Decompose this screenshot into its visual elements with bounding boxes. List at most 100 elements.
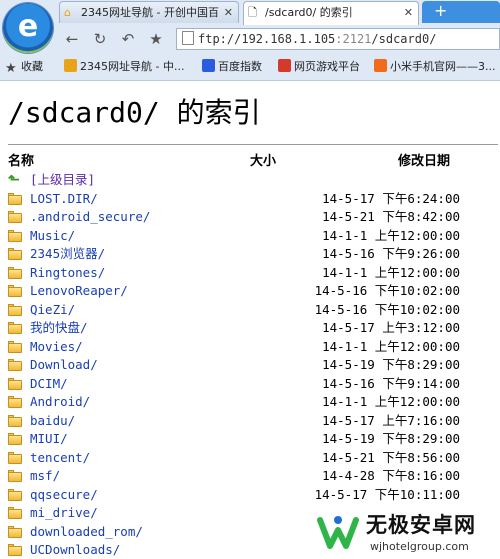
column-header-modified[interactable]: 修改日期 xyxy=(398,153,450,171)
address-bar[interactable]: ftp://192.168.1.105:2121/sdcard0/ xyxy=(176,28,500,50)
folder-link[interactable]: Music/ xyxy=(30,227,75,246)
page-content: /sdcard0/ 的索引 名称 大小 修改日期 ⬑ [上级目录] LOST.D… xyxy=(0,81,500,559)
file-row: tencent/14-5-21 下午8:56:00 xyxy=(0,449,500,468)
browser-chrome: e ⌂ 2345网址导航 - 开创中国百 ✕ 🗋 /sdcard0/ 的索引 ✕ +… xyxy=(0,0,500,81)
navigation-toolbar: ← ↻ ↶ ★ ftp://192.168.1.105:2121/sdcard0… xyxy=(56,26,500,54)
new-tab-button[interactable]: + xyxy=(422,1,500,23)
folder-icon xyxy=(8,266,22,279)
folder-link[interactable]: LOST.DIR/ xyxy=(30,190,98,209)
folder-link[interactable]: qqsecure/ xyxy=(30,486,98,505)
file-row: LenovoReaper/14-5-16 下午10:02:00 xyxy=(0,282,500,301)
folder-icon xyxy=(8,544,22,556)
bookmark-label: 小米手机官网——3... xyxy=(390,60,496,73)
folder-link[interactable]: Android/ xyxy=(30,393,90,412)
modified-date: 14-5-17 下午6:24:00 xyxy=(322,190,460,206)
bookmark-2345[interactable]: 2345网址导航 - 中... xyxy=(64,56,184,78)
modified-date: 14-5-17 下午10:11:00 xyxy=(314,486,460,502)
site-icon xyxy=(64,59,77,72)
folder-link[interactable]: LenovoReaper/ xyxy=(30,282,128,301)
page-title: /sdcard0/ 的索引 xyxy=(8,96,261,129)
tab-title: 2345网址导航 - 开创中国百 xyxy=(81,6,219,19)
file-row: .android_secure/14-5-21 下午8:42:00 xyxy=(0,208,500,227)
file-row: Download/14-5-19 下午8:29:00 xyxy=(0,356,500,375)
baidu-icon xyxy=(202,59,215,72)
file-row: 我的快盘/14-5-17 上午3:12:00 xyxy=(0,319,500,338)
bookmark-baidu-index[interactable]: 百度指数 xyxy=(202,56,262,78)
bookmark-label: 百度指数 xyxy=(218,60,262,73)
folder-link[interactable]: Movies/ xyxy=(30,338,83,357)
modified-date: 14-5-16 下午10:02:00 xyxy=(314,301,460,317)
folder-link[interactable]: baidu/ xyxy=(30,412,75,431)
file-row: 2345浏览器/14-5-16 下午9:26:00 xyxy=(0,245,500,264)
modified-date: 14-5-19 下午8:29:00 xyxy=(322,357,460,372)
folder-link[interactable]: 我的快盘/ xyxy=(30,319,88,338)
undo-icon[interactable]: ↶ xyxy=(118,29,138,49)
modified-date: 14-5-17 上午3:12:00 xyxy=(322,320,460,335)
back-arrow-icon[interactable]: ← xyxy=(62,29,82,49)
modified-date: 14-5-21 下午8:42:00 xyxy=(322,209,460,224)
bookmark-label: 网页游戏平台 xyxy=(294,60,360,73)
favorite-star-icon[interactable]: ★ xyxy=(146,29,166,49)
file-row: Music/14-1-1 上午12:00:00 xyxy=(0,227,500,246)
folder-link[interactable]: QieZi/ xyxy=(30,301,75,320)
file-row: msf/14-4-28 下午8:16:00 xyxy=(0,467,500,486)
folder-link[interactable]: tencent/ xyxy=(30,449,90,468)
folder-icon xyxy=(8,192,22,205)
watermark-logo-icon xyxy=(317,516,359,549)
folder-icon xyxy=(8,470,22,482)
tab-sdcard-index[interactable]: 🗋 /sdcard0/ 的索引 ✕ xyxy=(243,1,419,25)
folder-icon xyxy=(8,359,22,371)
folder-link[interactable]: UCDownloads/ xyxy=(30,541,120,559)
url-path: /sdcard0/ xyxy=(371,32,437,46)
watermark: 无极安卓网 wjhotelgroup.com xyxy=(308,508,500,559)
modified-date: 14-1-1 上午12:00:00 xyxy=(322,227,460,243)
divider xyxy=(8,144,498,145)
folder-icon xyxy=(8,322,22,334)
modified-date: 14-1-1 上午12:00:00 xyxy=(322,338,460,354)
modified-date: 14-5-16 下午10:02:00 xyxy=(314,283,460,298)
folder-link[interactable]: .android_secure/ xyxy=(30,208,150,227)
watermark-title: 无极安卓网 xyxy=(366,513,476,537)
bookmark-xiaomi[interactable]: 小米手机官网——3... xyxy=(374,56,496,78)
folder-link[interactable]: mi_drive/ xyxy=(30,504,98,523)
folder-link[interactable]: Ringtones/ xyxy=(30,264,105,283)
column-header-name[interactable]: 名称 xyxy=(8,153,34,171)
bookmark-web-games[interactable]: 网页游戏平台 xyxy=(278,56,360,78)
url-port: :2121 xyxy=(335,32,372,46)
folder-link[interactable]: downloaded_rom/ xyxy=(30,523,143,542)
tab-title: /sdcard0/ 的索引 xyxy=(265,6,353,19)
tab-close-icon[interactable]: ✕ xyxy=(404,2,413,23)
refresh-icon[interactable]: ↻ xyxy=(90,29,110,49)
file-row: baidu/14-5-17 上午7:16:00 xyxy=(0,412,500,431)
file-row: DCIM/14-5-16 下午9:14:00 xyxy=(0,375,500,394)
parent-directory-row: ⬑ [上级目录] xyxy=(0,171,500,190)
tab-close-icon[interactable]: ✕ xyxy=(224,2,233,23)
modified-date: 14-1-1 上午12:00:00 xyxy=(322,264,460,280)
tab-2345-navigation[interactable]: ⌂ 2345网址导航 - 开创中国百 ✕ xyxy=(59,1,239,23)
browser-logo-icon[interactable]: e xyxy=(3,3,53,53)
folder-icon xyxy=(8,507,22,519)
file-row: Ringtones/14-1-1 上午12:00:00 xyxy=(0,264,500,283)
folder-link[interactable]: msf/ xyxy=(30,467,60,486)
column-header-size[interactable]: 大小 xyxy=(250,153,276,171)
modified-date: 14-4-28 下午8:16:00 xyxy=(322,468,460,483)
file-listing: ⬑ [上级目录] LOST.DIR/14-5-17 下午6:24:00 .andr… xyxy=(0,171,500,559)
folder-link[interactable]: 2345浏览器/ xyxy=(30,245,105,264)
modified-date: 14-5-16 下午9:26:00 xyxy=(322,246,460,261)
folder-icon xyxy=(8,525,22,538)
folder-link[interactable]: MIUI/ xyxy=(30,430,68,449)
watermark-url: wjhotelgroup.com xyxy=(370,540,469,553)
folder-icon xyxy=(8,248,22,260)
bookmark-favorites[interactable]: ★ 收藏 xyxy=(5,56,43,78)
folder-icon xyxy=(8,303,22,316)
folder-icon xyxy=(8,340,22,353)
folder-link[interactable]: Download/ xyxy=(30,356,98,375)
tab-bar: ⌂ 2345网址导航 - 开创中国百 ✕ 🗋 /sdcard0/ 的索引 ✕ + xyxy=(56,0,500,25)
site-favicon-icon: ⌂ xyxy=(64,6,71,19)
page-favicon-icon: 🗋 xyxy=(248,6,257,19)
file-row: QieZi/14-5-16 下午10:02:00 xyxy=(0,301,500,320)
parent-directory-link[interactable]: [上级目录] xyxy=(30,171,95,190)
folder-icon xyxy=(8,451,22,464)
star-icon: ★ xyxy=(5,61,17,76)
folder-link[interactable]: DCIM/ xyxy=(30,375,68,394)
